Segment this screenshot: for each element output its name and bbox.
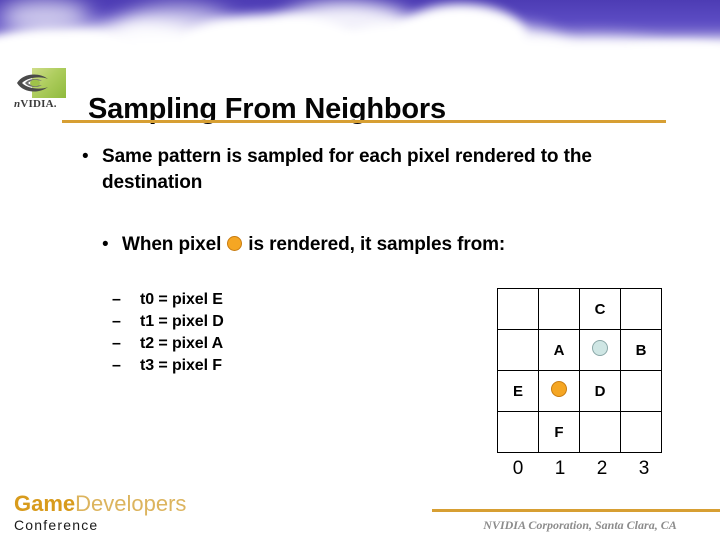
nvidia-wordmark: nVIDIA. <box>14 98 76 110</box>
grid-cell-r3c3 <box>620 411 662 453</box>
grid-row: E D <box>497 370 662 412</box>
cloud-puff <box>0 0 90 34</box>
sub-bullet-dash-icon: – <box>112 357 121 374</box>
grid-cell-r1c1: A <box>538 329 580 371</box>
grid-cell-r0c2: C <box>579 288 621 330</box>
grid-axis-labels: 0 1 2 3 <box>497 458 665 480</box>
nvidia-wordmark-rest: VIDIA. <box>20 98 57 110</box>
grid-cell-r3c2 <box>579 411 621 453</box>
grid-cell-r0c3 <box>620 288 662 330</box>
sub-bullet-item: – t1 = pixel D <box>112 313 224 335</box>
sub-bullet-dash-icon: – <box>112 291 121 308</box>
nvidia-logo: nVIDIA. <box>14 68 76 114</box>
bullet-item-2: • When pixel is rendered, it samples from… <box>102 232 682 258</box>
orange-pixel-dot-icon <box>551 381 567 397</box>
axis-label-2: 2 <box>596 458 608 479</box>
axis-label-1: 1 <box>554 458 566 479</box>
orange-pixel-dot-icon <box>227 236 243 251</box>
nvidia-eye-icon <box>17 74 48 92</box>
sub-bullet-text: t2 = pixel A <box>140 335 224 352</box>
bullet-text-2-before: When pixel <box>122 234 222 255</box>
blue-sample-dot-icon <box>592 340 608 356</box>
pixel-grid-diagram: C A B E D F 0 1 2 3 <box>497 288 665 480</box>
gdc-logo-line1: GameDevelopers <box>14 492 264 516</box>
gdc-logo-developers: Developers <box>75 491 187 516</box>
sub-bullet-dash-icon: – <box>112 335 121 352</box>
bullet-text-2-after: is rendered, it samples from: <box>248 234 506 255</box>
axis-label-0: 0 <box>512 458 524 479</box>
sub-bullet-list: – t0 = pixel E – t1 = pixel D – t2 = pix… <box>112 291 224 379</box>
grid-cell-r1c0 <box>497 329 539 371</box>
grid-cell-r2c3 <box>620 370 662 412</box>
footer-credit: NVIDIA Corporation, Santa Clara, CA <box>483 518 677 532</box>
gdc-logo: GameDevelopers Conference <box>14 492 264 534</box>
footer-divider <box>432 509 720 512</box>
grid-cell-r3c0 <box>497 411 539 453</box>
grid-cell-r2c2: D <box>579 370 621 412</box>
bullet-text-2: When pixel is rendered, it samples from: <box>122 232 505 258</box>
grid-cell-r0c1 <box>538 288 580 330</box>
grid-cell-r1c3: B <box>620 329 662 371</box>
grid-row: F <box>497 411 662 453</box>
bullet-text-1: Same pattern is sampled for each pixel r… <box>102 146 592 193</box>
sub-bullet-text: t1 = pixel D <box>140 313 224 330</box>
gdc-logo-conference: Conference <box>14 517 99 533</box>
gdc-logo-game: Game <box>14 491 76 516</box>
sub-bullet-dash-icon: – <box>112 313 121 330</box>
grid-cell-r1c2 <box>579 329 621 371</box>
title-divider <box>62 120 666 123</box>
grid-cell-r2c0: E <box>497 370 539 412</box>
bullet-item-1: • Same pattern is sampled for each pixel… <box>82 144 682 196</box>
axis-label-3: 3 <box>638 458 650 479</box>
grid-cell-r3c1: F <box>538 411 580 453</box>
grid-row: C <box>497 288 662 330</box>
sub-bullet-item: – t0 = pixel E <box>112 291 224 313</box>
bullet-marker-icon: • <box>102 234 109 255</box>
sub-bullet-text: t3 = pixel F <box>140 357 222 374</box>
pixel-grid: C A B E D F <box>497 288 662 453</box>
grid-row: A B <box>497 329 662 371</box>
sky-banner <box>0 0 720 72</box>
grid-cell-r2c1 <box>538 370 580 412</box>
sub-bullet-item: – t3 = pixel F <box>112 357 224 379</box>
grid-cell-r0c0 <box>497 288 539 330</box>
sub-bullet-item: – t2 = pixel A <box>112 335 224 357</box>
bullet-list: • Same pattern is sampled for each pixel… <box>82 140 682 258</box>
bullet-marker-icon: • <box>82 146 89 167</box>
sub-bullet-text: t0 = pixel E <box>140 291 223 308</box>
